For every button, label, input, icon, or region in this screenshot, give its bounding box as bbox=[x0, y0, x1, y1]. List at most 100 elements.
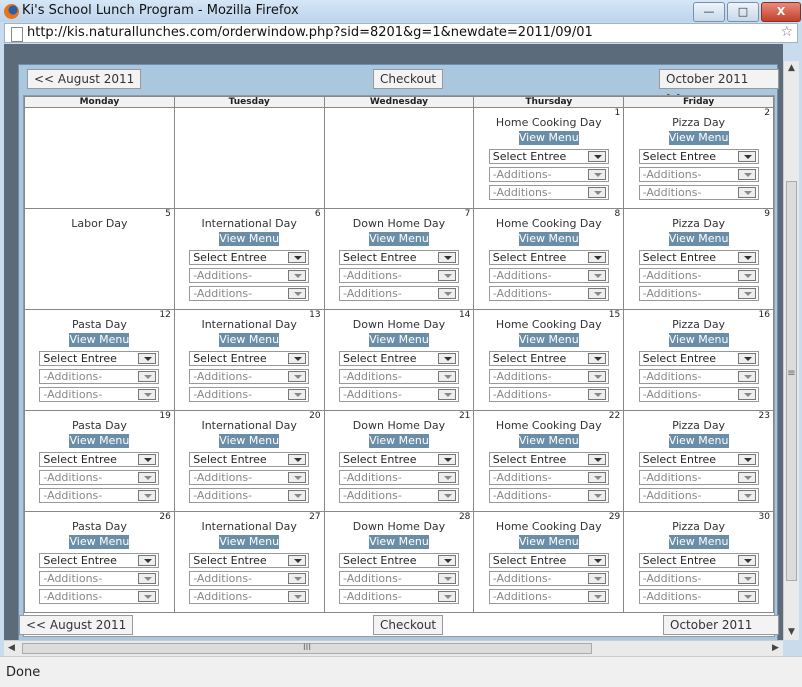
view-menu-button[interactable]: View Menu bbox=[668, 333, 729, 347]
additions-select[interactable]: -Additions- bbox=[338, 268, 459, 283]
additions-select[interactable]: -Additions- bbox=[338, 286, 459, 301]
dropdown-arrow-icon[interactable] bbox=[437, 591, 456, 602]
dropdown-arrow-icon[interactable] bbox=[437, 472, 456, 483]
additions-select[interactable]: -Additions- bbox=[638, 286, 759, 301]
dropdown-arrow-icon[interactable] bbox=[587, 151, 606, 162]
address-bar[interactable]: http://kis.naturallunches.com/orderwindo… bbox=[4, 23, 798, 43]
dropdown-arrow-icon[interactable] bbox=[737, 288, 756, 299]
dropdown-arrow-icon[interactable] bbox=[138, 454, 157, 465]
additions-select[interactable]: -Additions- bbox=[39, 387, 160, 402]
additions-select[interactable]: -Additions- bbox=[39, 369, 160, 384]
dropdown-arrow-icon[interactable] bbox=[587, 555, 606, 566]
dropdown-arrow-icon[interactable] bbox=[437, 371, 456, 382]
entree-select[interactable]: Select Entree bbox=[488, 351, 609, 366]
additions-select[interactable]: -Additions- bbox=[638, 571, 759, 586]
dropdown-arrow-icon[interactable] bbox=[737, 151, 756, 162]
dropdown-arrow-icon[interactable] bbox=[737, 555, 756, 566]
view-menu-button[interactable]: View Menu bbox=[69, 535, 130, 549]
entree-select[interactable]: Select Entree bbox=[488, 553, 609, 568]
entree-select[interactable]: Select Entree bbox=[338, 553, 459, 568]
additions-select[interactable]: -Additions- bbox=[189, 488, 310, 503]
additions-select[interactable]: -Additions- bbox=[638, 589, 759, 604]
next-month-button[interactable]: October 2011 >> bbox=[659, 69, 779, 104]
vertical-scroll-thumb[interactable]: ≡ bbox=[786, 181, 797, 581]
view-menu-button[interactable]: View Menu bbox=[668, 434, 729, 448]
entree-select[interactable]: Select Entree bbox=[39, 351, 160, 366]
additions-select[interactable]: -Additions- bbox=[488, 268, 609, 283]
entree-select[interactable]: Select Entree bbox=[638, 452, 759, 467]
additions-select[interactable]: -Additions- bbox=[638, 387, 759, 402]
view-menu-button[interactable]: View Menu bbox=[69, 434, 130, 448]
additions-select[interactable]: -Additions- bbox=[488, 369, 609, 384]
additions-select[interactable]: -Additions- bbox=[488, 387, 609, 402]
dropdown-arrow-icon[interactable] bbox=[437, 555, 456, 566]
dropdown-arrow-icon[interactable] bbox=[737, 252, 756, 263]
dropdown-arrow-icon[interactable] bbox=[138, 573, 157, 584]
additions-select[interactable]: -Additions- bbox=[338, 470, 459, 485]
dropdown-arrow-icon[interactable] bbox=[138, 490, 157, 501]
entree-select[interactable]: Select Entree bbox=[488, 452, 609, 467]
entree-select[interactable]: Select Entree bbox=[638, 351, 759, 366]
view-menu-button[interactable]: View Menu bbox=[368, 535, 429, 549]
prev-month-button-bottom[interactable]: << August 2011 bbox=[19, 615, 134, 635]
entree-select[interactable]: Select Entree bbox=[338, 452, 459, 467]
dropdown-arrow-icon[interactable] bbox=[288, 490, 307, 501]
next-month-button-bottom[interactable]: October 2011 >> bbox=[663, 615, 779, 640]
checkout-button-bottom[interactable]: Checkout bbox=[373, 615, 444, 635]
checkout-button[interactable]: Checkout bbox=[373, 69, 444, 89]
dropdown-arrow-icon[interactable] bbox=[587, 490, 606, 501]
entree-select[interactable]: Select Entree bbox=[189, 351, 310, 366]
dropdown-arrow-icon[interactable] bbox=[138, 591, 157, 602]
dropdown-arrow-icon[interactable] bbox=[737, 591, 756, 602]
scroll-left-arrow-icon[interactable]: ◀ bbox=[4, 641, 19, 656]
dropdown-arrow-icon[interactable] bbox=[737, 454, 756, 465]
dropdown-arrow-icon[interactable] bbox=[737, 187, 756, 198]
dropdown-arrow-icon[interactable] bbox=[288, 389, 307, 400]
dropdown-arrow-icon[interactable] bbox=[737, 573, 756, 584]
additions-select[interactable]: -Additions- bbox=[39, 571, 160, 586]
entree-select[interactable]: Select Entree bbox=[488, 250, 609, 265]
additions-select[interactable]: -Additions- bbox=[189, 387, 310, 402]
dropdown-arrow-icon[interactable] bbox=[587, 169, 606, 180]
dropdown-arrow-icon[interactable] bbox=[587, 472, 606, 483]
additions-select[interactable]: -Additions- bbox=[488, 286, 609, 301]
dropdown-arrow-icon[interactable] bbox=[737, 353, 756, 364]
view-menu-button[interactable]: View Menu bbox=[368, 232, 429, 246]
dropdown-arrow-icon[interactable] bbox=[587, 371, 606, 382]
dropdown-arrow-icon[interactable] bbox=[437, 288, 456, 299]
entree-select[interactable]: Select Entree bbox=[189, 250, 310, 265]
dropdown-arrow-icon[interactable] bbox=[138, 555, 157, 566]
url-text[interactable]: http://kis.naturallunches.com/orderwindo… bbox=[27, 25, 593, 40]
dropdown-arrow-icon[interactable] bbox=[138, 371, 157, 382]
view-menu-button[interactable]: View Menu bbox=[668, 535, 729, 549]
scroll-down-arrow-icon[interactable]: ▼ bbox=[784, 625, 799, 640]
dropdown-arrow-icon[interactable] bbox=[587, 270, 606, 281]
dropdown-arrow-icon[interactable] bbox=[587, 353, 606, 364]
dropdown-arrow-icon[interactable] bbox=[737, 490, 756, 501]
entree-select[interactable]: Select Entree bbox=[638, 250, 759, 265]
dropdown-arrow-icon[interactable] bbox=[288, 270, 307, 281]
scroll-up-arrow-icon[interactable]: ▲ bbox=[784, 61, 799, 76]
dropdown-arrow-icon[interactable] bbox=[437, 454, 456, 465]
additions-select[interactable]: -Additions- bbox=[488, 185, 609, 200]
additions-select[interactable]: -Additions- bbox=[39, 488, 160, 503]
dropdown-arrow-icon[interactable] bbox=[737, 169, 756, 180]
additions-select[interactable]: -Additions- bbox=[488, 589, 609, 604]
dropdown-arrow-icon[interactable] bbox=[288, 353, 307, 364]
view-menu-button[interactable]: View Menu bbox=[518, 232, 579, 246]
additions-select[interactable]: -Additions- bbox=[189, 589, 310, 604]
additions-select[interactable]: -Additions- bbox=[338, 369, 459, 384]
view-menu-button[interactable]: View Menu bbox=[219, 535, 280, 549]
view-menu-button[interactable]: View Menu bbox=[518, 434, 579, 448]
entree-select[interactable]: Select Entree bbox=[638, 553, 759, 568]
dropdown-arrow-icon[interactable] bbox=[288, 454, 307, 465]
bookmark-star-icon[interactable]: ☆ bbox=[780, 24, 793, 40]
entree-select[interactable]: Select Entree bbox=[39, 452, 160, 467]
additions-select[interactable]: -Additions- bbox=[488, 571, 609, 586]
dropdown-arrow-icon[interactable] bbox=[288, 288, 307, 299]
additions-select[interactable]: -Additions- bbox=[488, 470, 609, 485]
view-menu-button[interactable]: View Menu bbox=[219, 232, 280, 246]
dropdown-arrow-icon[interactable] bbox=[737, 270, 756, 281]
additions-select[interactable]: -Additions- bbox=[189, 369, 310, 384]
entree-select[interactable]: Select Entree bbox=[338, 250, 459, 265]
